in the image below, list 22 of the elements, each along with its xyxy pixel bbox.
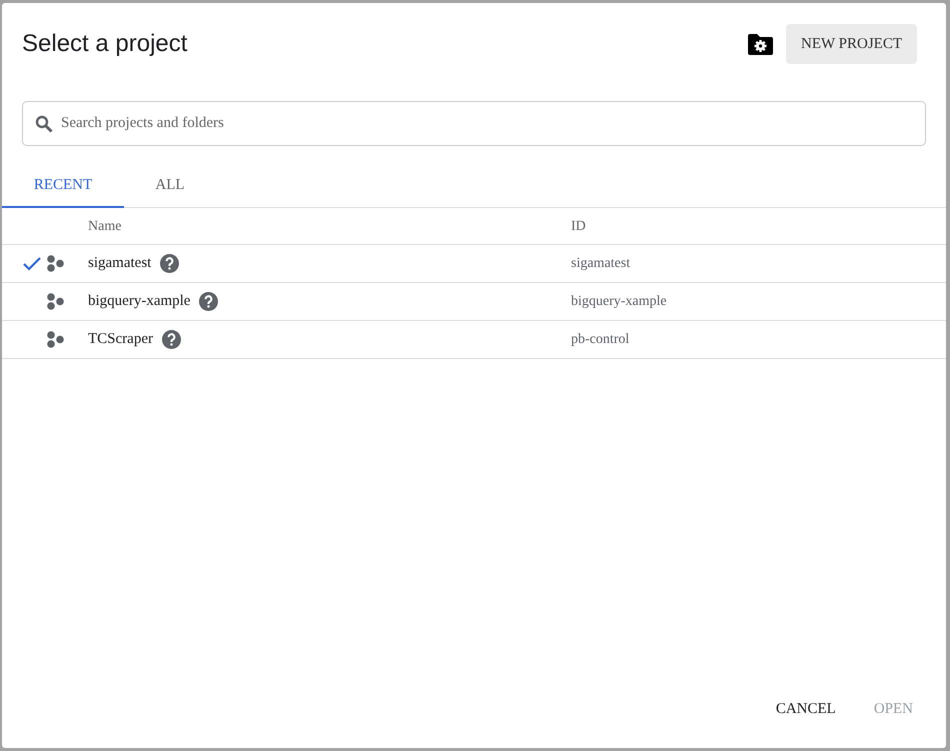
- project-name[interactable]: bigquery-xample: [88, 290, 190, 313]
- column-header: Name: [88, 218, 122, 236]
- cancel-button[interactable]: CANCEL: [760, 691, 851, 727]
- search-icon: [35, 115, 53, 133]
- project-id: pb-control: [571, 331, 630, 349]
- help-icon[interactable]: [160, 254, 180, 273]
- folder-settings-icon[interactable]: [748, 34, 774, 54]
- help-icon[interactable]: [162, 330, 181, 349]
- search-field[interactable]: Search projects and folders: [22, 101, 926, 146]
- project-name[interactable]: TCScraper: [88, 328, 153, 351]
- project-id: bigquery-xample: [571, 293, 667, 311]
- project-icon: [47, 331, 64, 348]
- column-header: ID: [571, 218, 586, 236]
- project-name[interactable]: sigamatest: [88, 252, 152, 275]
- project-id: sigamatest: [571, 255, 630, 273]
- tab[interactable]: ALL: [124, 165, 216, 208]
- project-icon: [47, 293, 64, 310]
- help-icon[interactable]: [199, 292, 218, 311]
- new-project-button[interactable]: NEW PROJECT: [786, 24, 917, 64]
- project-icon: [47, 255, 64, 272]
- tab[interactable]: RECENT: [2, 165, 124, 208]
- dialog-title: Select a project: [22, 29, 188, 59]
